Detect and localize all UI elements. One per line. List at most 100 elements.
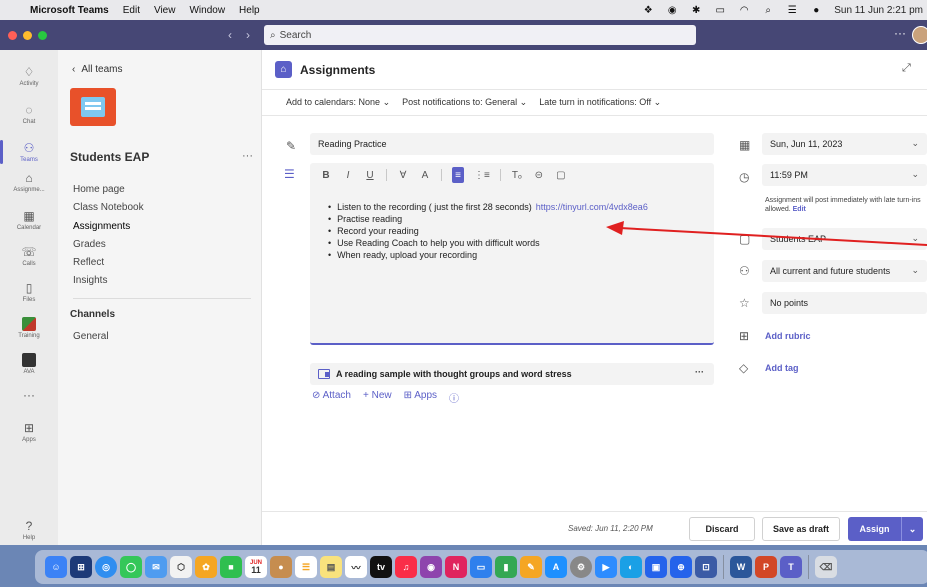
late-turnin-setting[interactable]: Late turn in notifications: Off ⌄ — [539, 97, 661, 108]
rail-apps[interactable]: ⊞ Apps — [0, 412, 58, 452]
rail-assignments[interactable]: ⌂ Assignme... — [0, 162, 58, 202]
preview-icon[interactable]: ▣ — [645, 556, 667, 578]
nav-insights[interactable]: Insights — [73, 275, 107, 286]
messages-icon[interactable]: ◯ — [120, 556, 142, 578]
trash-icon[interactable]: ⌫ — [815, 556, 837, 578]
nav-reflect[interactable]: Reflect — [73, 257, 104, 268]
calendar-app-icon[interactable]: JUN 11 — [245, 556, 267, 578]
screen-share-icon[interactable]: ⊕ — [670, 556, 692, 578]
all-teams-link[interactable]: ‹ All teams — [72, 64, 122, 75]
points-input[interactable]: No points — [762, 292, 927, 314]
channel-general[interactable]: General — [73, 331, 109, 342]
edit-link[interactable]: Edit — [793, 206, 806, 213]
calendar-setting[interactable]: Add to calendars: None ⌄ — [286, 97, 390, 108]
minimize-window-button[interactable] — [23, 30, 32, 40]
students-select[interactable]: All current and future students ⌄ — [762, 260, 927, 282]
facetime-icon[interactable]: ■ — [220, 556, 242, 578]
nav-grades[interactable]: Grades — [73, 239, 106, 250]
app-store-icon[interactable]: A — [545, 556, 567, 578]
avatar[interactable] — [912, 26, 927, 44]
assignment-title-input[interactable]: Reading Practice — [310, 133, 714, 155]
rail-help[interactable]: ? Help — [0, 510, 58, 550]
expand-icon[interactable]: ⤢ — [902, 62, 911, 75]
search-input[interactable]: ⌕ Search — [264, 25, 696, 45]
siri-icon[interactable]: ● — [810, 5, 822, 16]
info-icon[interactable]: ⓘ — [449, 390, 459, 405]
mail-icon[interactable]: ✉ — [145, 556, 167, 578]
close-window-button[interactable] — [8, 30, 17, 40]
numbers-icon[interactable]: ▮ — [495, 556, 517, 578]
due-date-picker[interactable]: Sun, Jun 11, 2023 ⌄ — [762, 133, 927, 155]
rail-activity[interactable]: ♢ Activity — [0, 56, 58, 96]
nav-home-page[interactable]: Home page — [73, 184, 125, 195]
menu-datetime[interactable]: Sun 11 Jun 2:21 pm — [834, 5, 923, 16]
recording-link[interactable]: https://tinyurl.com/4vdx8ea6 — [536, 202, 648, 212]
menu-edit[interactable]: Edit — [123, 5, 140, 16]
resource-more-button[interactable]: ··· — [695, 367, 704, 377]
link-button[interactable]: ⊝ — [533, 167, 545, 183]
keynote-icon[interactable]: ▭ — [470, 556, 492, 578]
save-draft-button[interactable]: Save as draft — [762, 517, 840, 541]
rail-training[interactable]: Training — [0, 308, 58, 348]
word-icon[interactable]: W — [730, 556, 752, 578]
nav-class-notebook[interactable]: Class Notebook — [73, 202, 144, 213]
rail-more[interactable]: ··· — [0, 376, 58, 416]
rail-files[interactable]: ▯ Files — [0, 272, 58, 312]
spotlight-icon[interactable]: ⌕ — [762, 5, 774, 16]
rail-calendar[interactable]: ▦ Calendar — [0, 200, 58, 240]
bullet-list-button[interactable]: ≡ — [452, 167, 464, 183]
italic-button[interactable]: I — [342, 167, 354, 183]
wifi-icon[interactable]: ◠ — [738, 5, 750, 16]
font-color-button[interactable]: A — [419, 167, 431, 183]
teams-dock-icon[interactable]: T — [780, 556, 802, 578]
assign-button[interactable]: Assign — [848, 517, 901, 541]
image-button[interactable]: ▢ — [555, 167, 567, 183]
resource-attachment[interactable]: A reading sample with thought groups and… — [310, 363, 714, 385]
pages-icon[interactable]: ✎ — [520, 556, 542, 578]
nav-assignments[interactable]: Assignments — [73, 221, 130, 232]
highlight-button[interactable]: ∀ — [397, 167, 409, 183]
finder-icon[interactable]: ☺ — [45, 556, 67, 578]
new-button[interactable]: + New — [363, 390, 392, 405]
title-more-button[interactable]: ··· — [894, 26, 906, 40]
instructions-editor[interactable]: B I U ∀ A ≡ ⋮≡ Tₒ ⊝ ▢ Listen to the reco… — [310, 163, 714, 345]
contacts-icon[interactable]: ● — [270, 556, 292, 578]
safari-icon[interactable]: ◎ — [95, 556, 117, 578]
due-time-picker[interactable]: 11:59 PM ⌄ — [762, 164, 927, 186]
menu-window[interactable]: Window — [189, 5, 225, 16]
bold-button[interactable]: B — [320, 167, 332, 183]
underline-button[interactable]: U — [364, 167, 376, 183]
system-settings-icon[interactable]: ⚙ — [570, 556, 592, 578]
launchpad-icon[interactable]: ⊞ — [70, 556, 92, 578]
remote-desktop-icon[interactable]: ⊡ — [695, 556, 717, 578]
notes-icon[interactable]: ▤ — [320, 556, 342, 578]
dropbox-icon[interactable]: ❖ — [642, 5, 654, 16]
attach-button[interactable]: ⊘ Attach — [312, 390, 351, 405]
team-more-button[interactable]: ··· — [242, 150, 253, 162]
control-center-icon[interactable]: ☰ — [786, 5, 798, 16]
menu-view[interactable]: View — [154, 5, 176, 16]
notification-setting[interactable]: Post notifications to: General ⌄ — [402, 97, 527, 108]
reminders-icon[interactable]: ☰ — [295, 556, 317, 578]
class-select[interactable]: Students EAP ⌄ — [762, 228, 927, 250]
add-rubric-link[interactable]: Add rubric — [765, 331, 811, 341]
menu-app-name[interactable]: Microsoft Teams — [30, 5, 109, 16]
tv-icon[interactable]: tv — [370, 556, 392, 578]
battery-icon[interactable]: ▭ — [714, 5, 726, 16]
news-icon[interactable]: N — [445, 556, 467, 578]
maps-icon[interactable]: ⬡ — [170, 556, 192, 578]
rail-chat[interactable]: ◌ Chat — [0, 94, 58, 134]
status-icon[interactable]: ◉ — [666, 5, 678, 16]
edge-icon[interactable]: ◐ — [620, 556, 642, 578]
assign-options-button[interactable]: ⌄ — [901, 517, 923, 541]
discard-button[interactable]: Discard — [689, 517, 755, 541]
bluetooth-icon[interactable]: ✱ — [690, 5, 702, 16]
forward-arrow-icon[interactable]: › — [246, 28, 250, 42]
podcasts-icon[interactable]: ◉ — [420, 556, 442, 578]
menu-help[interactable]: Help — [239, 5, 260, 16]
music-icon[interactable]: ♫ — [395, 556, 417, 578]
numbered-list-button[interactable]: ⋮≡ — [474, 167, 490, 183]
clear-format-button[interactable]: Tₒ — [511, 167, 523, 183]
add-tag-link[interactable]: Add tag — [765, 363, 799, 373]
powerpoint-icon[interactable]: P — [755, 556, 777, 578]
